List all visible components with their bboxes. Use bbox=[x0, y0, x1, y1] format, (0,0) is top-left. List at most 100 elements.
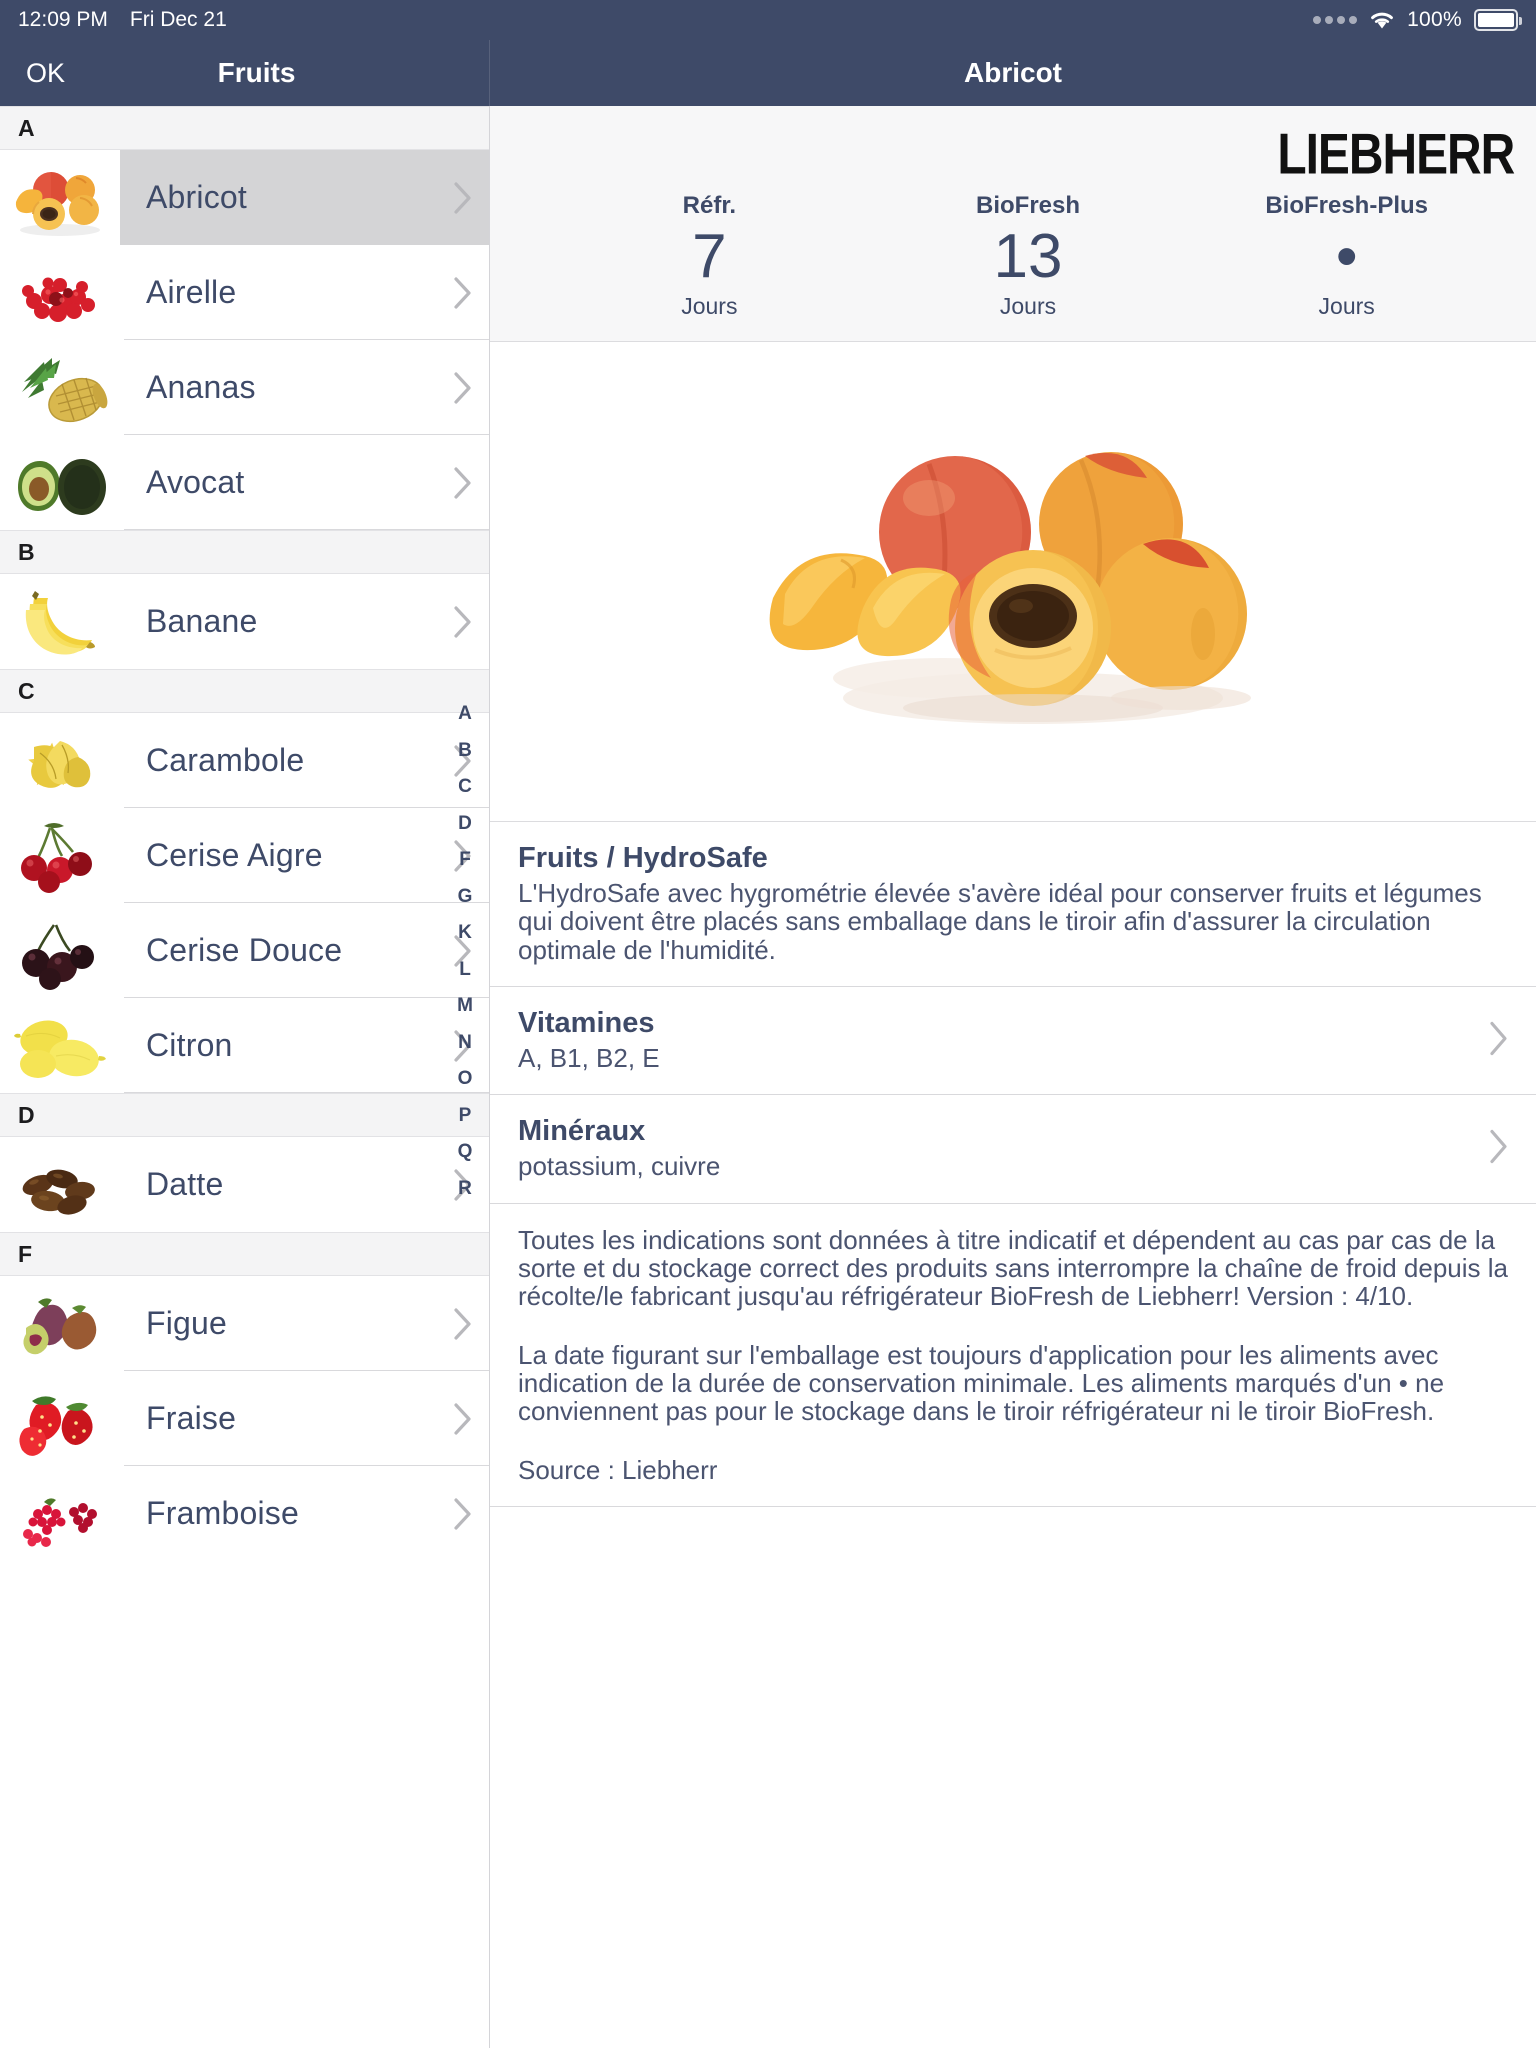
alpha-index-f[interactable]: F bbox=[459, 842, 471, 879]
alpha-index-p[interactable]: P bbox=[459, 1098, 472, 1135]
freshness-unit: Jours bbox=[681, 293, 738, 320]
ok-button[interactable]: OK bbox=[26, 58, 65, 89]
freshness-columns: Réfr. 7 Jours BioFresh 13 Jours BioFresh… bbox=[490, 192, 1536, 320]
list-item-fraise[interactable]: Fraise bbox=[0, 1371, 489, 1466]
freshness-label: BioFresh-Plus bbox=[1265, 192, 1429, 219]
battery-icon bbox=[1474, 9, 1522, 31]
disclaimer-block: Toutes les indications sont données à ti… bbox=[490, 1204, 1536, 1507]
bananas-thumb bbox=[0, 574, 120, 669]
cranberries-thumb bbox=[0, 245, 120, 340]
master-title: Fruits bbox=[217, 57, 296, 88]
freshness-value: 13 bbox=[993, 222, 1063, 291]
detail-title: Abricot bbox=[964, 57, 1062, 88]
freshness-value: • bbox=[1335, 222, 1358, 291]
list-item-label: Airelle bbox=[146, 274, 237, 310]
apricots-photo bbox=[490, 342, 1536, 822]
list-item-label: Abricot bbox=[146, 179, 247, 215]
freshness-label: Réfr. bbox=[682, 192, 737, 219]
alpha-index-q[interactable]: Q bbox=[458, 1134, 473, 1171]
chevron-right-icon bbox=[437, 1307, 489, 1341]
disclaimer-paragraph-1: Toutes les indications sont données à ti… bbox=[518, 1224, 1508, 1312]
vitamines-title: Vitamines bbox=[518, 1006, 655, 1039]
alpha-index-n[interactable]: N bbox=[458, 1025, 472, 1062]
alpha-index-m[interactable]: M bbox=[457, 988, 473, 1025]
status-time: 12:09 PM bbox=[18, 8, 108, 31]
alpha-index-l[interactable]: L bbox=[459, 952, 471, 989]
chevron-right-icon bbox=[437, 181, 489, 215]
raspberries-thumb bbox=[0, 1466, 120, 1561]
freshness-label: BioFresh bbox=[976, 192, 1081, 219]
mineraux-row[interactable]: Minéraux potassium, cuivre bbox=[490, 1095, 1536, 1204]
figs-thumb bbox=[0, 1276, 120, 1371]
list-item-label: Cerise Aigre bbox=[146, 837, 323, 873]
list-item-ananas[interactable]: Ananas bbox=[0, 340, 489, 435]
freshness-value: 7 bbox=[692, 222, 727, 291]
list-item-airelle[interactable]: Airelle bbox=[0, 245, 489, 340]
alpha-index-r[interactable]: R bbox=[458, 1171, 472, 1208]
alpha-index-c[interactable]: C bbox=[458, 769, 472, 806]
list-item-avocat[interactable]: Avocat bbox=[0, 435, 489, 530]
content-body: A Abricot Airelle Ananas Avocat B Banane… bbox=[0, 106, 1536, 2048]
freshness-biofresh-plus: BioFresh-Plus • Jours bbox=[1187, 192, 1506, 320]
freshness-summary: LIEBHERR Réfr. 7 Jours BioFresh 13 Jours… bbox=[490, 106, 1536, 342]
section-header-c: C bbox=[0, 669, 489, 713]
list-item-cerise-aigre[interactable]: Cerise Aigre bbox=[0, 808, 489, 903]
wifi-icon bbox=[1369, 10, 1395, 30]
sweet-cherries-thumb bbox=[0, 903, 120, 998]
starfruit-thumb bbox=[0, 713, 120, 808]
list-item-citron[interactable]: Citron bbox=[0, 998, 489, 1093]
vitamines-row[interactable]: Vitamines A, B1, B2, E bbox=[490, 987, 1536, 1096]
alpha-index-b[interactable]: B bbox=[458, 733, 472, 770]
signal-dots-icon bbox=[1313, 16, 1358, 24]
list-item-label: Carambole bbox=[146, 742, 305, 778]
list-item-label: Banane bbox=[146, 603, 258, 639]
alpha-index-a[interactable]: A bbox=[458, 696, 472, 733]
list-item-carambole[interactable]: Carambole bbox=[0, 713, 489, 808]
list-item-figue[interactable]: Figue bbox=[0, 1276, 489, 1371]
list-item-label: Ananas bbox=[146, 369, 256, 405]
freshness-unit: Jours bbox=[1318, 293, 1375, 320]
apricots-thumb bbox=[0, 150, 120, 245]
source-line: Source : Liebherr bbox=[518, 1454, 718, 1485]
app-root: 12:09 PM Fri Dec 21 100% OK Fruits Abric… bbox=[0, 0, 1536, 2048]
liebherr-logo: LIEBHERR bbox=[1277, 121, 1515, 186]
alphabet-index[interactable]: A B C D F G K L M N O P Q R bbox=[447, 696, 483, 1207]
avocado-thumb bbox=[0, 435, 120, 530]
list-item-label: Framboise bbox=[146, 1495, 299, 1531]
chevron-right-icon bbox=[437, 276, 489, 310]
mineraux-title: Minéraux bbox=[518, 1115, 646, 1148]
detail-nav-bar: Abricot bbox=[490, 40, 1536, 106]
chevron-right-icon bbox=[437, 1497, 489, 1531]
fruit-list-sidebar[interactable]: A Abricot Airelle Ananas Avocat B Banane… bbox=[0, 106, 490, 2048]
alpha-index-k[interactable]: K bbox=[458, 915, 472, 952]
list-item-cerise-douce[interactable]: Cerise Douce bbox=[0, 903, 489, 998]
list-item-banane[interactable]: Banane bbox=[0, 574, 489, 669]
hydrosafe-title: Fruits / HydroSafe bbox=[518, 842, 768, 874]
section-header-d: D bbox=[0, 1093, 489, 1137]
list-item-label: Citron bbox=[146, 1027, 233, 1063]
pineapple-thumb bbox=[0, 340, 120, 435]
hydrosafe-text: L'HydroSafe avec hygrométrie élevée s'av… bbox=[518, 878, 1482, 965]
list-item-datte[interactable]: Datte bbox=[0, 1137, 489, 1232]
alpha-index-d[interactable]: D bbox=[458, 806, 472, 843]
chevron-right-icon bbox=[437, 466, 489, 500]
list-item-framboise[interactable]: Framboise bbox=[0, 1466, 489, 1561]
alpha-index-g[interactable]: G bbox=[458, 879, 473, 916]
mineraux-value: potassium, cuivre bbox=[518, 1151, 721, 1182]
section-header-f: F bbox=[0, 1232, 489, 1276]
freshness-refrigerator: Réfr. 7 Jours bbox=[550, 192, 869, 320]
chevron-right-icon bbox=[1488, 1019, 1510, 1062]
list-item-label: Datte bbox=[146, 1166, 224, 1202]
sour-cherries-thumb bbox=[0, 808, 120, 903]
detail-pane: LIEBHERR Réfr. 7 Jours BioFresh 13 Jours… bbox=[490, 106, 1536, 2048]
status-date: Fri Dec 21 bbox=[129, 8, 227, 31]
chevron-right-icon bbox=[437, 605, 489, 639]
section-header-a: A bbox=[0, 106, 489, 150]
freshness-biofresh: BioFresh 13 Jours bbox=[869, 192, 1188, 320]
chevron-right-icon bbox=[437, 1402, 489, 1436]
list-item-abricot[interactable]: Abricot bbox=[0, 150, 489, 245]
navigation-bar: OK Fruits Abricot bbox=[0, 40, 1536, 106]
chevron-right-icon bbox=[437, 371, 489, 405]
alpha-index-o[interactable]: O bbox=[458, 1061, 473, 1098]
disclaimer-paragraph-2: La date figurant sur l'emballage est tou… bbox=[518, 1339, 1445, 1427]
